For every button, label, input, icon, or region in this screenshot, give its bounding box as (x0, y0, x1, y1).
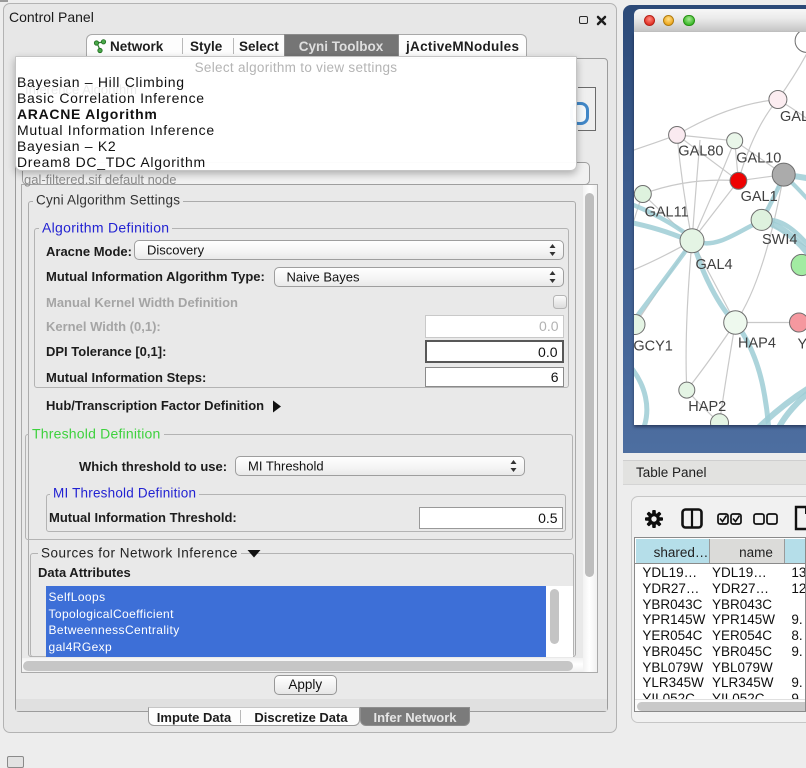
svg-text:HAP2: HAP2 (688, 399, 726, 415)
svg-text:SWI4: SWI4 (762, 231, 797, 247)
svg-text:GAL80: GAL80 (678, 143, 723, 159)
svg-text:HAP4: HAP4 (738, 335, 776, 351)
svg-text:GAL1: GAL1 (741, 189, 778, 205)
svg-text:GAL10: GAL10 (736, 150, 781, 166)
svg-text:GAL11: GAL11 (645, 204, 689, 220)
svg-text:GAL7: GAL7 (780, 109, 806, 125)
svg-text:GCY1: GCY1 (634, 338, 673, 354)
svg-text:Y: Y (798, 336, 806, 352)
svg-text:GAL4: GAL4 (696, 257, 733, 273)
